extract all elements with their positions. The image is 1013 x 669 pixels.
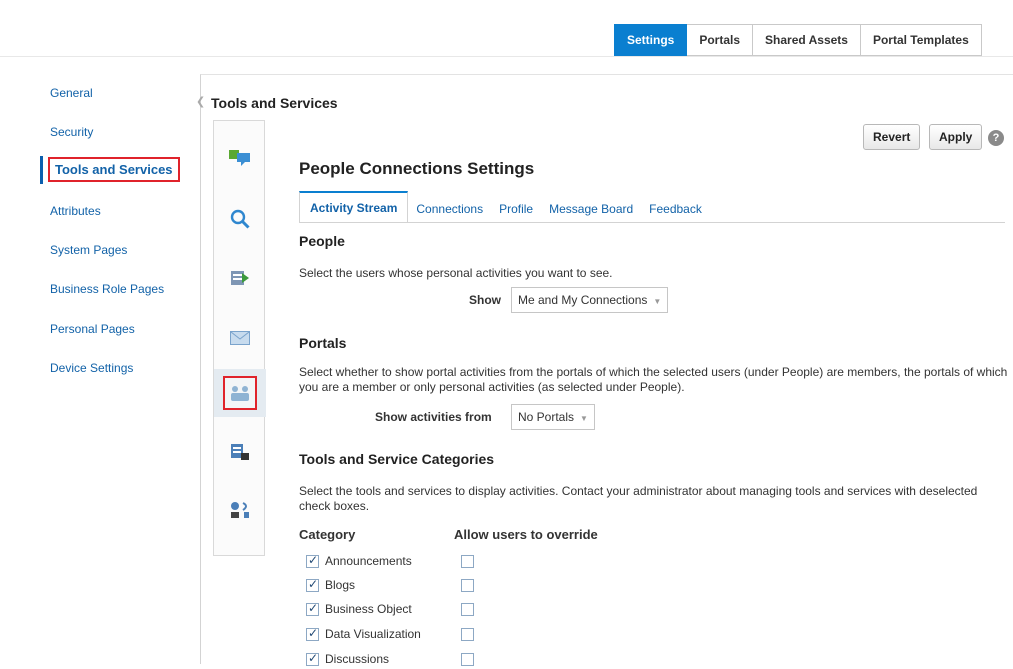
override-checkbox[interactable] — [461, 555, 474, 568]
help-icon[interactable]: ? — [988, 130, 1004, 146]
show-select-value: Me and My Connections — [518, 293, 648, 307]
override-column-header: Allow users to override — [454, 527, 598, 542]
sidebar-item-device-settings[interactable]: Device Settings — [50, 361, 133, 375]
tab-connections[interactable]: Connections — [408, 195, 491, 223]
categories-description: Select the tools and services to display… — [299, 484, 978, 513]
category-row: Blogs — [306, 575, 355, 595]
category-label: Data Visualization — [325, 627, 421, 641]
tab-settings[interactable]: Settings — [614, 24, 688, 56]
category-label: Blogs — [325, 578, 356, 592]
tab-shared-assets[interactable]: Shared Assets — [753, 24, 861, 56]
sidebar-item-system-pages[interactable]: System Pages — [50, 243, 127, 257]
people-heading: People — [299, 233, 345, 249]
sub-tab-divider — [299, 222, 1005, 223]
selected-indicator — [40, 156, 43, 184]
sidebar-item-attributes[interactable]: Attributes — [50, 204, 101, 218]
category-checkbox[interactable] — [306, 601, 319, 616]
sidebar-item-security[interactable]: Security — [50, 125, 93, 139]
main-panel: ❮ Tools and Services Revert Apply ? Peop… — [196, 74, 1013, 666]
category-row: Discussions — [306, 649, 389, 669]
portals-description: Select whether to show portal activities… — [299, 365, 1008, 394]
people-connections-icon[interactable] — [214, 369, 266, 417]
tab-activity-stream[interactable]: Activity Stream — [299, 191, 409, 223]
section-title: People Connections Settings — [299, 159, 535, 178]
collapse-icon[interactable]: ❮ — [196, 95, 205, 108]
tab-message-board[interactable]: Message Board — [541, 195, 641, 223]
export-icon[interactable] — [214, 254, 266, 302]
override-checkbox[interactable] — [461, 653, 474, 666]
category-label: Announcements — [325, 554, 412, 568]
override-checkbox[interactable] — [461, 603, 474, 616]
category-label: Business Object — [325, 602, 412, 616]
tab-feedback[interactable]: Feedback — [641, 195, 710, 223]
selected-tool-highlight — [223, 376, 257, 410]
workflow-icon[interactable] — [214, 486, 266, 534]
category-checkbox[interactable] — [306, 577, 319, 592]
search-icon[interactable] — [214, 195, 266, 243]
tab-profile[interactable]: Profile — [491, 195, 541, 223]
chevron-down-icon: ▼ — [653, 297, 662, 306]
show-select[interactable]: Me and My Connections ▼ — [511, 287, 669, 313]
override-checkbox[interactable] — [461, 628, 474, 641]
portals-heading: Portals — [299, 335, 347, 351]
tool-icon-strip — [213, 120, 266, 556]
categories-heading: Tools and Service Categories — [299, 451, 495, 467]
tab-portal-templates[interactable]: Portal Templates — [860, 24, 982, 56]
apply-button[interactable]: Apply — [929, 124, 983, 150]
top-tab-bar: Settings Portals Shared Assets Portal Te… — [614, 24, 982, 56]
documents-icon[interactable] — [214, 428, 266, 476]
show-activities-from-value: No Portals — [518, 410, 575, 424]
sidebar-item-tools-and-services[interactable]: Tools and Services — [48, 157, 180, 182]
sidebar-item-personal-pages[interactable]: Personal Pages — [50, 322, 135, 336]
category-checkbox[interactable] — [306, 626, 319, 641]
category-row: Announcements — [306, 551, 412, 571]
chevron-down-icon: ▼ — [580, 414, 588, 423]
mail-icon[interactable] — [214, 314, 266, 362]
header-divider — [0, 56, 1013, 57]
show-activities-from-label: Show activities from — [375, 410, 492, 424]
category-checkbox[interactable] — [306, 553, 319, 568]
tab-portals[interactable]: Portals — [687, 24, 754, 56]
category-row: Data Visualization — [306, 624, 421, 644]
show-activities-from-select[interactable]: No Portals ▼ — [511, 404, 595, 430]
category-row: Business Object — [306, 599, 412, 619]
revert-button[interactable]: Revert — [863, 124, 921, 150]
override-checkbox[interactable] — [461, 579, 474, 592]
panel-title: Tools and Services — [211, 95, 338, 111]
show-label: Show — [469, 293, 501, 307]
sidebar-item-business-role-pages[interactable]: Business Role Pages — [50, 282, 164, 296]
discussions-icon[interactable] — [214, 133, 266, 181]
people-description: Select the users whose personal activiti… — [299, 266, 613, 280]
category-column-header: Category — [299, 527, 356, 542]
sidebar-item-general[interactable]: General — [50, 86, 93, 100]
sub-tab-bar: Activity Stream Connections Profile Mess… — [299, 191, 710, 223]
